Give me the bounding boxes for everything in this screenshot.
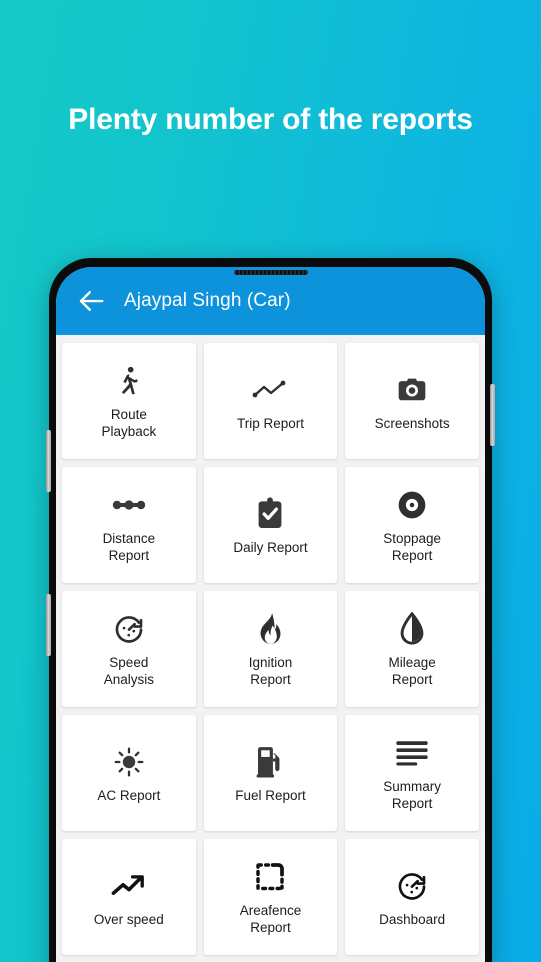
tile-label: Mileage Report xyxy=(388,655,436,687)
tile-label: Daily Report xyxy=(233,539,308,555)
tile-daily-report[interactable]: Daily Report xyxy=(203,467,338,583)
tile-dashboard[interactable]: Dashboard xyxy=(345,839,479,955)
tile-speed-analysis[interactable]: Speed Analysis xyxy=(62,591,196,707)
app-bar: Ajaypal Singh (Car) xyxy=(56,267,485,335)
sun-brightness-icon xyxy=(112,743,146,781)
tile-fuel-report[interactable]: Fuel Report xyxy=(203,715,338,831)
tile-over-speed[interactable]: Over speed xyxy=(62,839,196,955)
tile-ignition-report[interactable]: Ignition Report xyxy=(203,591,338,707)
tile-label: Over speed xyxy=(93,911,164,927)
phone-screen: Ajaypal Singh (Car) Route Playback Trip … xyxy=(56,267,485,962)
flame-icon xyxy=(256,610,284,648)
tile-label: Route Playback xyxy=(101,407,157,439)
droplet-half-icon xyxy=(398,610,426,648)
tile-trip-report[interactable]: Trip Report xyxy=(203,343,338,459)
walking-person-icon xyxy=(112,362,146,400)
target-disc-icon xyxy=(396,486,428,524)
speedometer-icon xyxy=(113,610,145,648)
tile-label: Dashboard xyxy=(379,911,446,927)
tile-label: Distance Report xyxy=(102,531,156,563)
tile-label: Stoppage Report xyxy=(383,531,442,563)
tile-summary-report[interactable]: Summary Report xyxy=(345,715,479,831)
trending-up-icon xyxy=(111,867,147,905)
tile-areafence-report[interactable]: Areafence Report xyxy=(203,839,338,955)
fuel-pump-icon xyxy=(255,743,285,781)
tile-label: Fuel Report xyxy=(235,787,306,803)
speedometer-icon xyxy=(396,867,428,905)
tile-label: Summary Report xyxy=(383,779,442,811)
speaker-grille-icon xyxy=(233,270,308,275)
tile-screenshots[interactable]: Screenshots xyxy=(345,343,479,459)
tile-mileage-report[interactable]: Mileage Report xyxy=(345,591,479,707)
clipboard-check-icon xyxy=(255,495,285,533)
tile-label: AC Report xyxy=(97,787,161,803)
tile-stoppage-report[interactable]: Stoppage Report xyxy=(345,467,479,583)
power-button[interactable] xyxy=(490,384,495,446)
page-headline: Plenty number of the reports xyxy=(68,103,473,136)
tile-distance-report[interactable]: Distance Report xyxy=(62,467,196,583)
camera-icon xyxy=(396,371,428,409)
tile-label: Areafence Report xyxy=(239,903,302,935)
tile-route-playback[interactable]: Route Playback xyxy=(62,343,196,459)
phone-device-frame: Ajaypal Singh (Car) Route Playback Trip … xyxy=(46,258,495,962)
route-dots-icon xyxy=(111,486,147,524)
reports-grid: Route Playback Trip Report Screenshots D… xyxy=(56,335,485,955)
tile-label: Screenshots xyxy=(374,415,450,431)
tile-ac-report[interactable]: AC Report xyxy=(62,715,196,831)
list-lines-icon xyxy=(395,734,429,772)
tile-label: Speed Analysis xyxy=(103,655,154,687)
tile-label: Trip Report xyxy=(236,415,304,431)
line-chart-icon xyxy=(252,371,288,409)
volume-down-button[interactable] xyxy=(46,594,51,656)
tile-label: Ignition Report xyxy=(248,655,293,687)
volume-up-button[interactable] xyxy=(46,430,51,492)
back-arrow-icon[interactable] xyxy=(76,286,106,316)
dashed-geofence-icon xyxy=(254,858,286,896)
app-bar-title: Ajaypal Singh (Car) xyxy=(124,290,291,311)
